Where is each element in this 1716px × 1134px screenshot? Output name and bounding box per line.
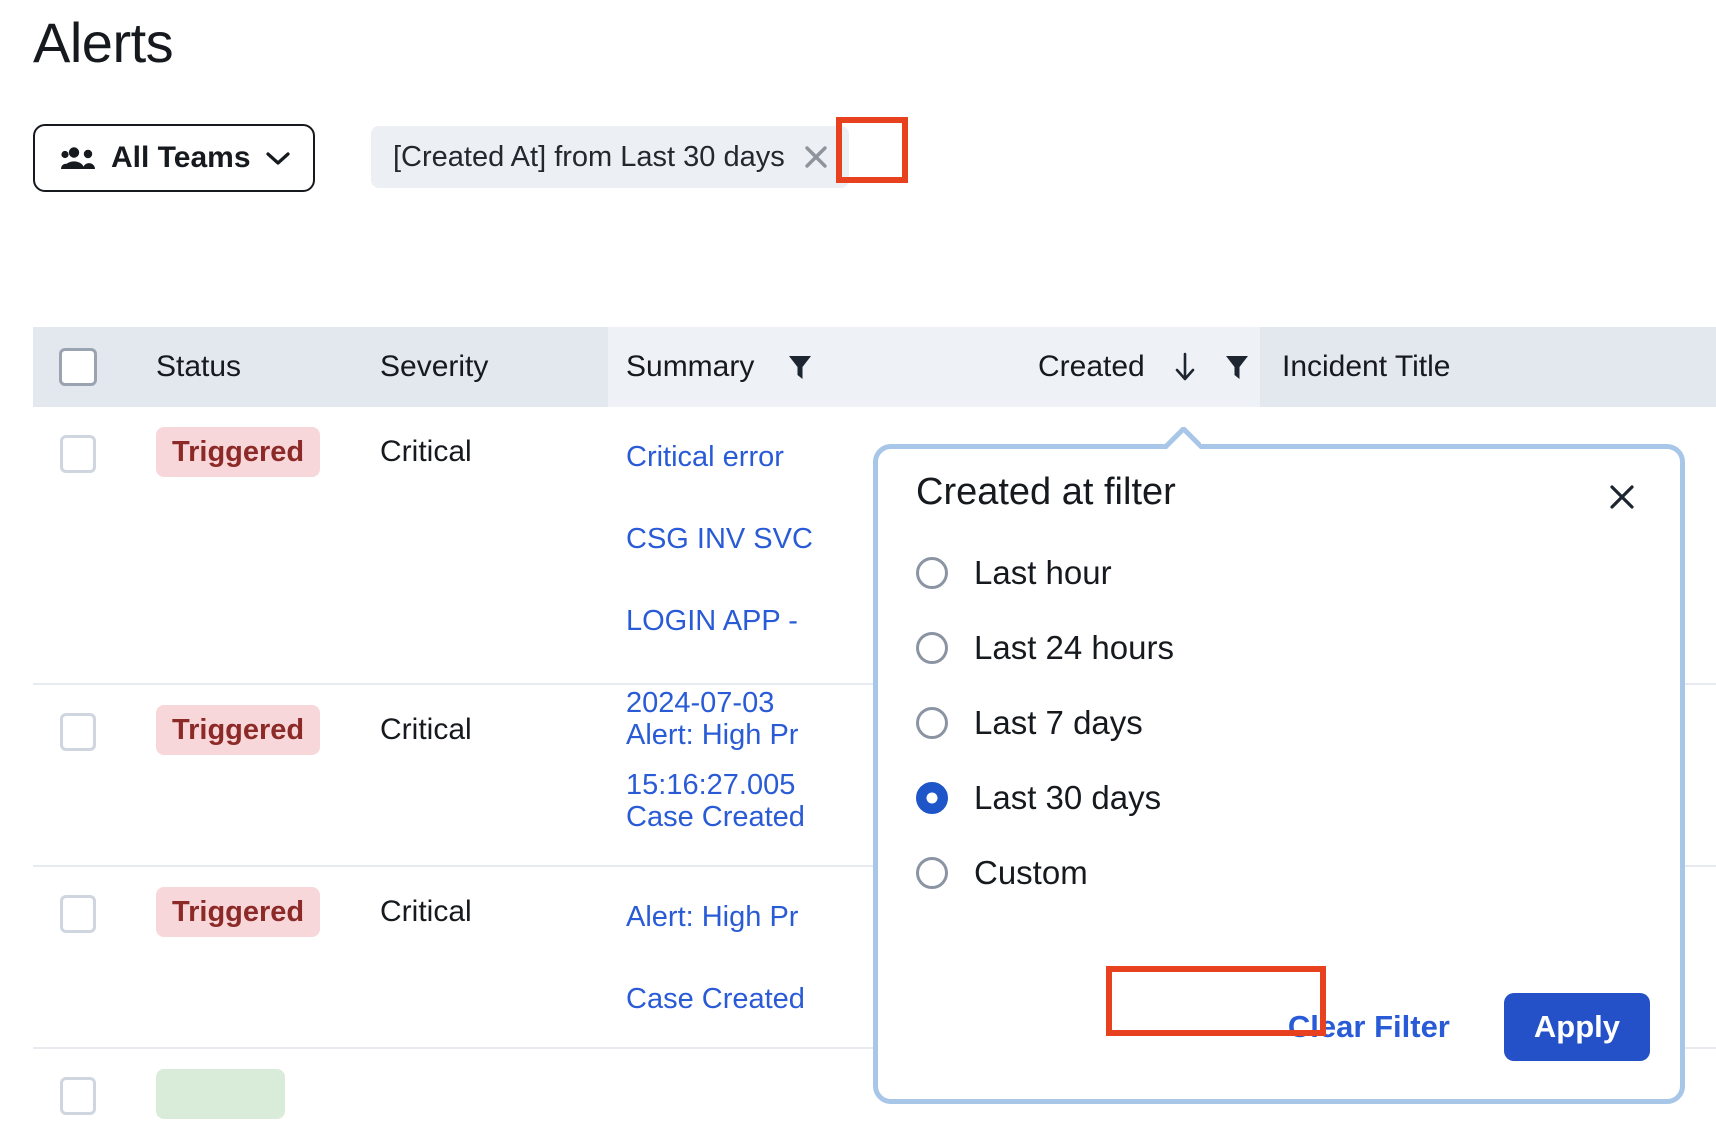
header-cell-select-all bbox=[33, 327, 123, 407]
row-status-cell: Triggered bbox=[123, 685, 380, 865]
radio-option-last-7-days[interactable]: Last 7 days bbox=[916, 685, 1616, 760]
radio-indicator bbox=[916, 706, 948, 739]
radio-indicator bbox=[916, 556, 948, 589]
row-select-cell bbox=[33, 407, 123, 683]
created-at-filter-chip[interactable]: [Created At] from Last 30 days bbox=[371, 126, 849, 188]
severity-value: Critical bbox=[380, 435, 472, 468]
radio-indicator bbox=[916, 631, 948, 664]
header-label-status: Status bbox=[156, 350, 242, 383]
clear-filter-button[interactable]: Clear Filter bbox=[1265, 995, 1472, 1059]
summary-funnel-icon[interactable] bbox=[788, 354, 812, 380]
summary-link[interactable]: CSG INV SVC bbox=[626, 515, 813, 563]
row-status-cell: Triggered bbox=[123, 867, 380, 1047]
header-cell-status[interactable]: Status bbox=[123, 327, 380, 407]
radio-indicator bbox=[916, 781, 948, 814]
row-severity-cell: Critical bbox=[380, 867, 608, 1047]
radio-label: Last 30 days bbox=[974, 778, 1162, 816]
radio-option-last-30-days[interactable]: Last 30 days bbox=[916, 760, 1616, 835]
radio-option-custom[interactable]: Custom bbox=[916, 835, 1616, 910]
table-header-row: Status Severity Summary Created Incident… bbox=[33, 327, 1716, 407]
radio-option-last-hour[interactable]: Last hour bbox=[916, 535, 1616, 610]
header-cell-created[interactable]: Created bbox=[953, 327, 1260, 407]
radio-option-last-24-hours[interactable]: Last 24 hours bbox=[916, 610, 1616, 685]
created-at-filter-popover: Created at filter Last hour Last 24 hour… bbox=[873, 444, 1685, 1104]
row-severity-cell: Critical bbox=[380, 407, 608, 683]
summary-link[interactable]: Alert: High Pr bbox=[626, 711, 798, 759]
header-label-severity: Severity bbox=[380, 350, 489, 383]
header-label-incident-title: Incident Title bbox=[1282, 350, 1451, 383]
summary-link[interactable]: Case Created bbox=[626, 975, 805, 1023]
summary-link[interactable]: LOGIN APP - bbox=[626, 597, 798, 645]
row-select-cell bbox=[33, 867, 123, 1047]
filter-chip-remove-icon[interactable] bbox=[793, 134, 839, 180]
status-badge bbox=[156, 1069, 285, 1119]
header-label-summary: Summary bbox=[626, 350, 755, 383]
row-status-cell bbox=[123, 1049, 380, 1134]
row-select-cell bbox=[33, 1049, 123, 1134]
header-cell-severity[interactable]: Severity bbox=[380, 327, 608, 407]
all-teams-button[interactable]: All Teams bbox=[33, 124, 315, 192]
all-teams-label: All Teams bbox=[111, 141, 251, 174]
toolbar: All Teams bbox=[33, 124, 315, 192]
summary-link[interactable]: Alert: High Pr bbox=[626, 893, 798, 941]
severity-value: Critical bbox=[380, 895, 472, 928]
popover-actions: Clear Filter Apply bbox=[1265, 993, 1650, 1061]
filter-chip-label: [Created At] from Last 30 days bbox=[393, 141, 785, 173]
row-select-cell bbox=[33, 685, 123, 865]
row-severity-cell bbox=[380, 1049, 608, 1134]
popover-arrow bbox=[1161, 427, 1201, 449]
page-title: Alerts bbox=[33, 11, 174, 74]
header-cell-summary[interactable]: Summary bbox=[608, 327, 953, 407]
select-all-checkbox[interactable] bbox=[59, 348, 97, 386]
summary-link[interactable]: Critical error bbox=[626, 433, 784, 481]
row-checkbox[interactable] bbox=[60, 713, 96, 751]
row-severity-cell: Critical bbox=[380, 685, 608, 865]
apply-button[interactable]: Apply bbox=[1503, 993, 1650, 1061]
radio-indicator bbox=[916, 856, 948, 889]
chevron-down-icon bbox=[265, 150, 291, 166]
radio-label: Custom bbox=[974, 853, 1088, 891]
status-badge: Triggered bbox=[156, 705, 321, 755]
summary-link[interactable]: Case Created bbox=[626, 793, 805, 841]
header-label-created: Created bbox=[1038, 350, 1145, 383]
alerts-page: Alerts All Teams [Created At] from Last … bbox=[0, 0, 1716, 1134]
status-badge: Triggered bbox=[156, 427, 321, 477]
people-icon bbox=[61, 145, 97, 171]
popover-title: Created at filter bbox=[916, 471, 1176, 513]
header-cell-incident-title[interactable]: Incident Title bbox=[1260, 327, 1716, 407]
row-checkbox[interactable] bbox=[60, 435, 96, 473]
row-checkbox[interactable] bbox=[60, 895, 96, 933]
row-status-cell: Triggered bbox=[123, 407, 380, 683]
row-checkbox[interactable] bbox=[60, 1077, 96, 1115]
severity-value: Critical bbox=[380, 713, 472, 746]
radio-label: Last hour bbox=[974, 553, 1112, 591]
created-funnel-icon[interactable] bbox=[1225, 354, 1249, 380]
radio-label: Last 24 hours bbox=[974, 628, 1174, 666]
time-range-radio-group: Last hour Last 24 hours Last 7 days Last… bbox=[916, 535, 1616, 910]
radio-label: Last 7 days bbox=[974, 703, 1143, 741]
popover-close-icon[interactable] bbox=[1600, 475, 1644, 519]
down-arrow-icon[interactable] bbox=[1173, 352, 1197, 382]
status-badge: Triggered bbox=[156, 887, 321, 937]
